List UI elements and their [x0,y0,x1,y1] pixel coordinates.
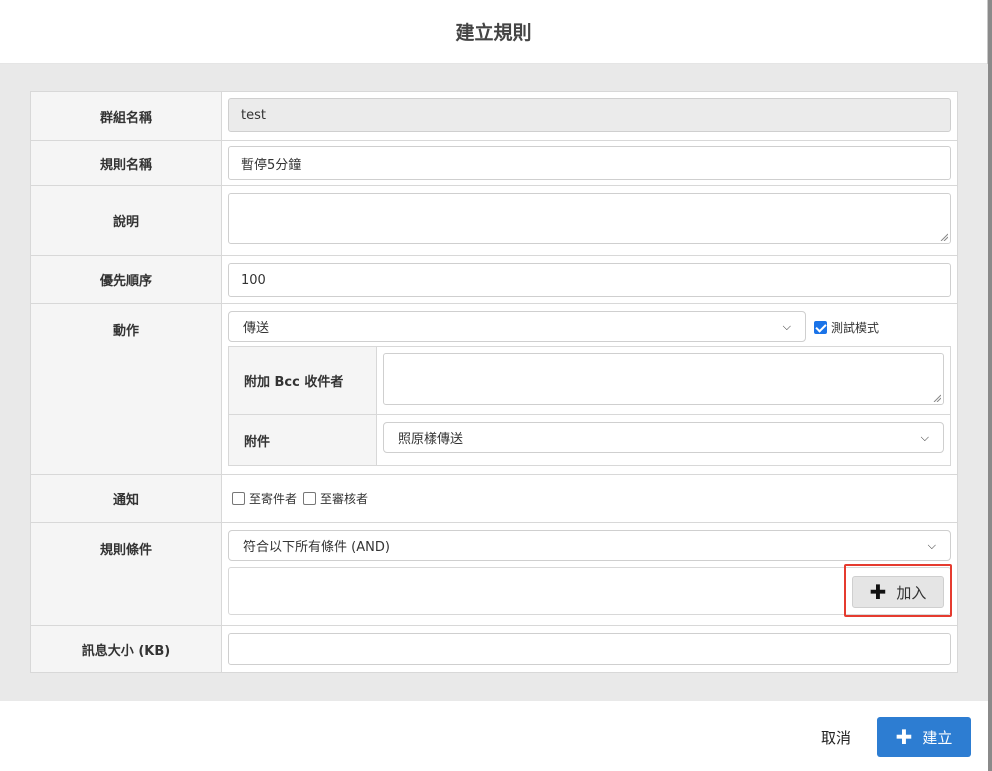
conditions-selected-value: 符合以下所有條件 (AND) [243,540,390,555]
rule-form: 群組名稱 test 規則名稱 暫停5分鐘 說明 優先順序 100 動作 傳送 ⌵… [30,91,958,673]
conditions-list: ✚ 加入 [228,564,952,617]
notify-label: 通知 [31,475,222,522]
row-priority: 優先順序 100 [31,256,957,304]
dialog-title: 建立規則 [455,22,532,44]
add-condition-button[interactable]: ✚ 加入 [852,576,944,608]
create-button[interactable]: ✚ 建立 [877,717,971,757]
priority-label: 優先順序 [31,256,222,303]
create-rule-dialog: 建立規則 群組名稱 test 規則名稱 暫停5分鐘 說明 優先順序 100 動作… [0,0,988,771]
attachment-label: 附件 [229,415,377,465]
resize-grip-icon[interactable] [933,394,941,402]
group-name-label: 群組名稱 [31,92,222,140]
notify-reviewer-label: 至審核者 [320,492,369,506]
cancel-button[interactable]: 取消 [806,717,866,757]
dialog-header: 建立規則 [0,0,987,64]
row-description: 說明 [31,186,957,256]
action-label: 動作 [31,304,222,474]
description-field[interactable] [228,193,951,244]
size-field[interactable] [228,633,951,665]
resize-grip-icon[interactable] [940,233,948,241]
row-conditions: 規則條件 符合以下所有條件 (AND) ⌵ ✚ 加入 [31,523,957,626]
row-group-name: 群組名稱 test [31,92,957,141]
backdrop-edge [988,0,992,771]
size-label: 訊息大小 (KB) [31,626,222,672]
bcc-field[interactable] [383,353,944,405]
notify-sender-checkbox[interactable] [232,492,245,505]
rule-name-field[interactable]: 暫停5分鐘 [228,146,951,180]
description-label: 說明 [31,186,222,255]
chevron-down-icon: ⌵ [782,319,791,333]
plus-icon: ✚ [895,725,913,749]
priority-field[interactable]: 100 [228,263,951,297]
rule-name-label: 規則名稱 [31,141,222,185]
conditions-select[interactable]: 符合以下所有條件 (AND) ⌵ [228,530,951,561]
bcc-label: 附加 Bcc 收件者 [229,347,377,414]
group-name-field: test [228,98,951,132]
add-condition-label: 加入 [896,583,927,602]
row-size: 訊息大小 (KB) [31,626,957,672]
chevron-down-icon: ⌵ [920,430,929,444]
row-action: 動作 傳送 ⌵ 測試模式 附加 Bcc 收件者 附件 照原樣傳送 ⌵ [31,304,957,475]
notify-sender-label: 至寄件者 [249,492,298,506]
chevron-down-icon: ⌵ [927,538,936,552]
test-mode-checkbox[interactable] [814,321,827,334]
conditions-label: 規則條件 [31,523,222,625]
action-select[interactable]: 傳送 ⌵ [228,311,806,342]
row-rule-name: 規則名稱 暫停5分鐘 [31,141,957,186]
notify-reviewer-checkbox[interactable] [303,492,317,505]
dialog-body: 群組名稱 test 規則名稱 暫停5分鐘 說明 優先順序 100 動作 傳送 ⌵… [0,64,988,701]
plus-icon: ✚ [869,580,887,604]
action-options: 附加 Bcc 收件者 附件 照原樣傳送 ⌵ [228,346,951,466]
row-notify: 通知 至寄件者 至審核者 [31,475,957,523]
action-selected-value: 傳送 [243,321,270,336]
create-button-label: 建立 [922,728,953,747]
attachment-selected-value: 照原樣傳送 [398,432,464,447]
test-mode-label: 測試模式 [831,321,880,335]
dialog-footer: 取消 ✚ 建立 [0,701,988,771]
attachment-select[interactable]: 照原樣傳送 ⌵ [383,422,944,453]
